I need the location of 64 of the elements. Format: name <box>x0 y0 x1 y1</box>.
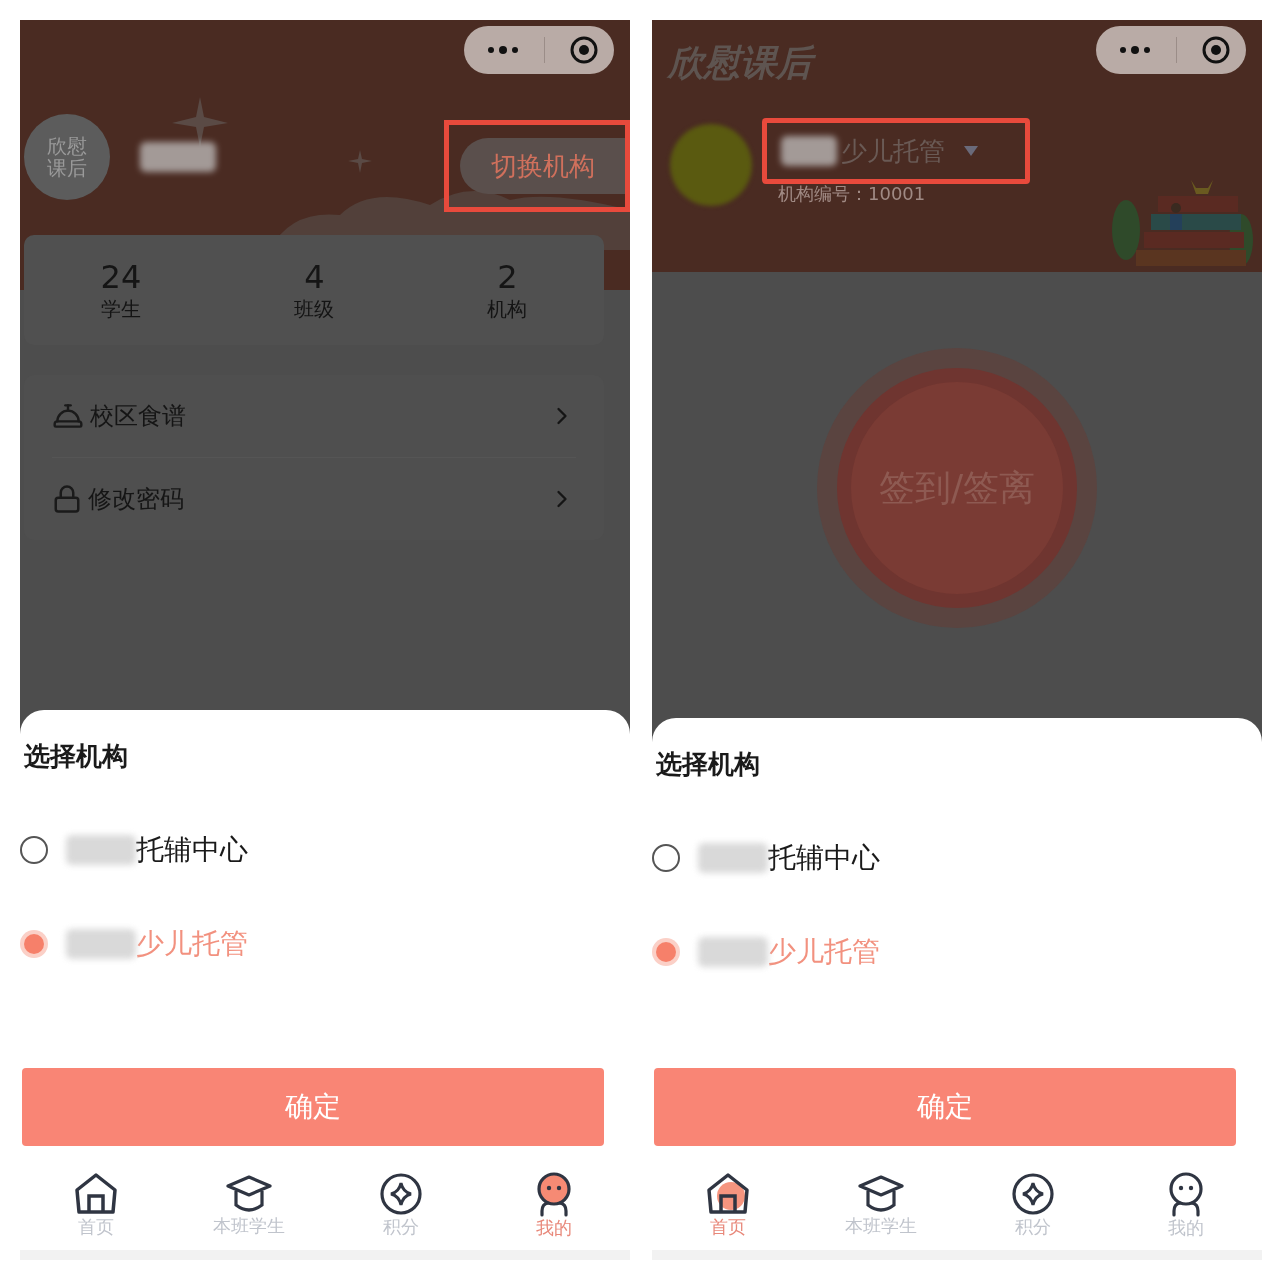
tab-item[interactable]: 积分 <box>346 1172 457 1238</box>
blurred-name <box>66 835 136 865</box>
sheet-title: 选择机构 <box>655 748 761 781</box>
stat-label: 班级 <box>294 296 335 322</box>
tab-item[interactable]: 我的 <box>498 1171 609 1239</box>
tab-item[interactable]: 我的 <box>1130 1171 1241 1239</box>
radio-unselected[interactable] <box>652 844 680 872</box>
option-row[interactable]: 少儿托管 <box>20 918 630 970</box>
blurred-name <box>66 929 136 959</box>
org-code: 机构编号：10001 <box>778 182 926 206</box>
avatar-logo: 欣慰课后 <box>24 114 110 200</box>
close-target-icon <box>569 35 599 65</box>
option-label: 少儿托管 <box>136 926 248 962</box>
confirm-button[interactable]: 确定 <box>654 1068 1236 1146</box>
coin-icon <box>379 1172 424 1216</box>
tab-item[interactable]: 积分 <box>978 1172 1089 1238</box>
option-label: 托辅中心 <box>136 832 248 868</box>
coin-icon <box>1011 1172 1056 1216</box>
more-icon <box>486 45 520 55</box>
option-label: 少儿托管 <box>768 934 880 970</box>
blurred-name <box>698 937 768 967</box>
sheet-title: 选择机构 <box>23 740 129 773</box>
stat-value: 4 <box>304 258 325 296</box>
graduation-cap-icon <box>225 1173 272 1215</box>
stat-label: 机构 <box>487 296 528 322</box>
home-icon <box>705 1172 752 1216</box>
tab-label: 我的 <box>1167 1217 1204 1239</box>
menu-label: 修改密码 <box>88 483 184 515</box>
stat-value: 24 <box>100 258 142 296</box>
menu-label: 校区食谱 <box>90 401 186 432</box>
tab-item[interactable]: 本班学生 <box>193 1173 304 1237</box>
option-row[interactable]: 少儿托管 <box>652 926 1262 978</box>
confirm-button[interactable]: 确定 <box>22 1068 604 1146</box>
capsule-menu[interactable] <box>1096 26 1246 74</box>
option-row[interactable]: 托辅中心 <box>652 832 1262 884</box>
tab-item[interactable]: 首页 <box>673 1172 784 1238</box>
lock-icon <box>52 483 82 514</box>
menu-row[interactable]: 修改密码 <box>52 457 576 539</box>
tab-label: 积分 <box>383 1216 420 1238</box>
option-row[interactable]: 托辅中心 <box>20 824 630 876</box>
tab-item[interactable]: 本班学生 <box>825 1173 936 1237</box>
stat-label: 学生 <box>100 296 141 322</box>
capsule-menu[interactable] <box>464 26 614 74</box>
tab-label: 积分 <box>1015 1216 1052 1238</box>
option-label: 托辅中心 <box>768 840 880 876</box>
stat-value: 2 <box>497 258 518 296</box>
tab-label: 本班学生 <box>212 1215 285 1237</box>
close-target-icon <box>1201 35 1231 65</box>
tab-label: 本班学生 <box>844 1215 917 1237</box>
dropdown-caret-icon <box>963 145 979 157</box>
more-icon <box>1118 45 1152 55</box>
tab-item[interactable]: 首页 <box>41 1172 152 1238</box>
radio-unselected[interactable] <box>20 836 48 864</box>
blurred-name <box>781 136 837 166</box>
tab-label: 首页 <box>710 1216 747 1238</box>
switch-org-button[interactable]: 切换机构 <box>460 138 625 194</box>
radio-selected[interactable] <box>20 930 48 958</box>
home-icon <box>73 1172 120 1216</box>
tab-label: 首页 <box>78 1216 115 1238</box>
blurred-name <box>698 843 768 873</box>
graduation-cap-icon <box>857 1173 904 1215</box>
menu-row[interactable]: 校区食谱 <box>52 375 576 457</box>
tab-label: 我的 <box>535 1217 572 1239</box>
radio-selected[interactable] <box>652 938 680 966</box>
